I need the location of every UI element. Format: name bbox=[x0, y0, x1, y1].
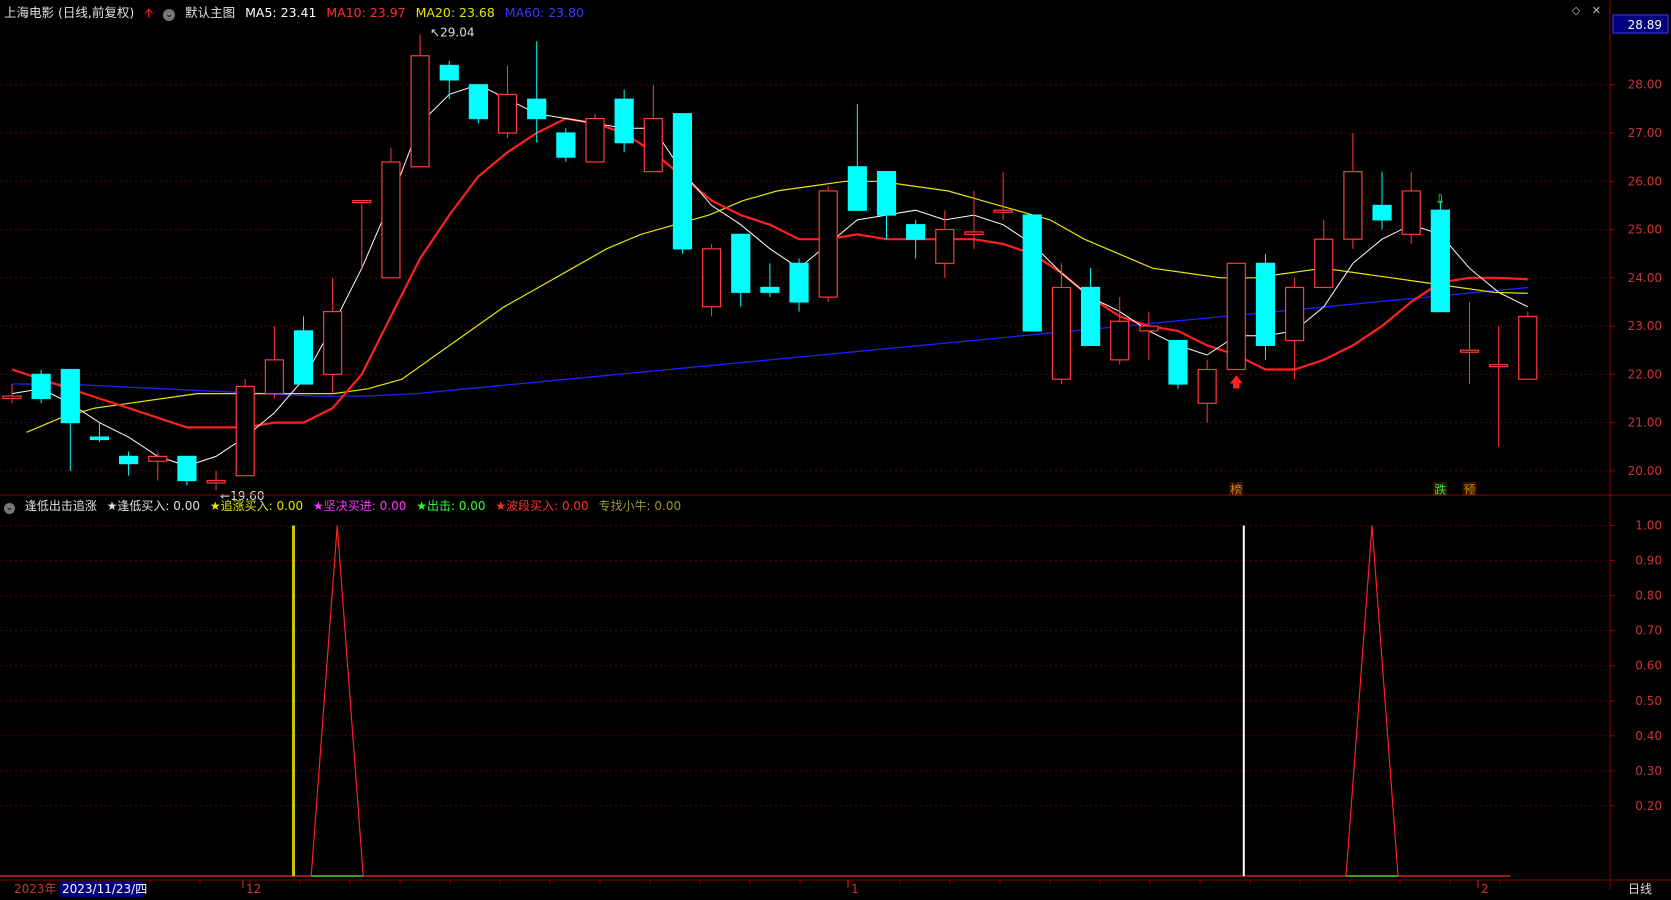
cursor-date-label: 2023/11/23/四 bbox=[62, 882, 147, 896]
candle-body bbox=[206, 479, 226, 484]
period-label: 日线 bbox=[1628, 882, 1652, 896]
sell-arrow-icon: ⇩ bbox=[1435, 193, 1446, 208]
candle-body bbox=[177, 455, 197, 482]
candle-body bbox=[1401, 190, 1421, 235]
buy-arrow-icon: 🡅 bbox=[1229, 375, 1243, 391]
candle-body bbox=[118, 455, 139, 465]
candle-body bbox=[1080, 286, 1101, 346]
price-tick-label: 26.00 bbox=[1628, 174, 1662, 188]
current-price-label: 28.89 bbox=[1628, 18, 1662, 32]
candle-body bbox=[264, 359, 284, 395]
candle-body bbox=[439, 64, 459, 81]
candle-body bbox=[1168, 339, 1188, 385]
indicator-tick-label: 0.70 bbox=[1635, 624, 1662, 638]
candle-body bbox=[235, 385, 255, 477]
candle-body bbox=[323, 310, 343, 375]
indicator-tick-label: 0.40 bbox=[1635, 729, 1662, 743]
price-tick-label: 21.00 bbox=[1628, 416, 1662, 430]
candle-body bbox=[31, 373, 51, 400]
candle-body bbox=[1343, 171, 1363, 240]
candle-body bbox=[1314, 238, 1334, 289]
month-label: 2 bbox=[1481, 882, 1489, 896]
price-tick-label: 23.00 bbox=[1628, 319, 1662, 333]
candle-body bbox=[1197, 368, 1217, 404]
high-price-label: ↖29.04 bbox=[430, 26, 474, 40]
kline-chart[interactable]: ↖29.04←19.60🡅⇩榜跌预 28.0027.0026.0025.0024… bbox=[0, 0, 1671, 900]
year-label: 2023年 bbox=[14, 882, 57, 896]
indicator-tick-label: 1.00 bbox=[1635, 519, 1662, 533]
candle-body bbox=[148, 455, 168, 462]
candle-body bbox=[1284, 286, 1305, 342]
candle-body bbox=[2, 395, 22, 400]
candle-body bbox=[468, 84, 488, 120]
candle-body bbox=[410, 55, 430, 168]
candle-body bbox=[60, 368, 80, 424]
candle-body bbox=[643, 117, 663, 173]
candle-body bbox=[847, 166, 867, 211]
candle-body bbox=[1518, 315, 1538, 380]
candle-body bbox=[935, 228, 955, 264]
indicator-tick-label: 0.60 bbox=[1635, 659, 1662, 673]
candle-body bbox=[760, 286, 780, 293]
price-tick-label: 28.00 bbox=[1628, 78, 1662, 92]
price-tick-label: 25.00 bbox=[1628, 223, 1662, 237]
candle-body bbox=[614, 98, 634, 144]
indicator-tick-label: 0.90 bbox=[1635, 554, 1662, 568]
price-tick-label: 22.00 bbox=[1628, 367, 1662, 381]
candle-body bbox=[352, 199, 372, 204]
candle-body bbox=[993, 209, 1013, 213]
candle-body bbox=[1372, 204, 1392, 221]
candle-body bbox=[1489, 364, 1509, 368]
candle-body bbox=[789, 262, 809, 303]
price-tick-label: 20.00 bbox=[1628, 464, 1662, 478]
candle-body bbox=[497, 93, 518, 134]
candle-body bbox=[89, 436, 110, 441]
candle-body bbox=[876, 171, 897, 216]
candle-body bbox=[1430, 209, 1450, 313]
candle-body bbox=[731, 233, 751, 293]
candle-body bbox=[527, 98, 547, 120]
candle-body bbox=[1139, 325, 1159, 332]
candle-body bbox=[1459, 349, 1480, 353]
indicator-tick-label: 0.50 bbox=[1635, 694, 1662, 708]
low-price-label: ←19.60 bbox=[220, 489, 264, 503]
candle-body bbox=[672, 113, 693, 250]
candle-body bbox=[1110, 320, 1130, 361]
month-label: 1 bbox=[851, 882, 859, 896]
price-tick-label: 24.00 bbox=[1628, 271, 1662, 285]
candle-body bbox=[1051, 286, 1072, 380]
candle-body bbox=[1255, 262, 1276, 346]
candle-body bbox=[1022, 214, 1042, 332]
indicator-tick-label: 0.30 bbox=[1635, 764, 1662, 778]
indicator-tick-label: 0.20 bbox=[1635, 799, 1662, 813]
candle-body bbox=[556, 132, 576, 158]
price-tick-label: 27.00 bbox=[1628, 126, 1662, 140]
candle-body bbox=[585, 117, 605, 163]
candle-body bbox=[818, 190, 838, 298]
candle-body bbox=[293, 330, 314, 385]
candle-body bbox=[381, 161, 401, 279]
month-label: 12 bbox=[246, 882, 261, 896]
candle-body bbox=[701, 248, 722, 308]
candle-body bbox=[1226, 262, 1246, 371]
indicator-tick-label: 0.80 bbox=[1635, 589, 1662, 603]
candle-body bbox=[964, 231, 984, 235]
candle-body bbox=[906, 224, 926, 240]
